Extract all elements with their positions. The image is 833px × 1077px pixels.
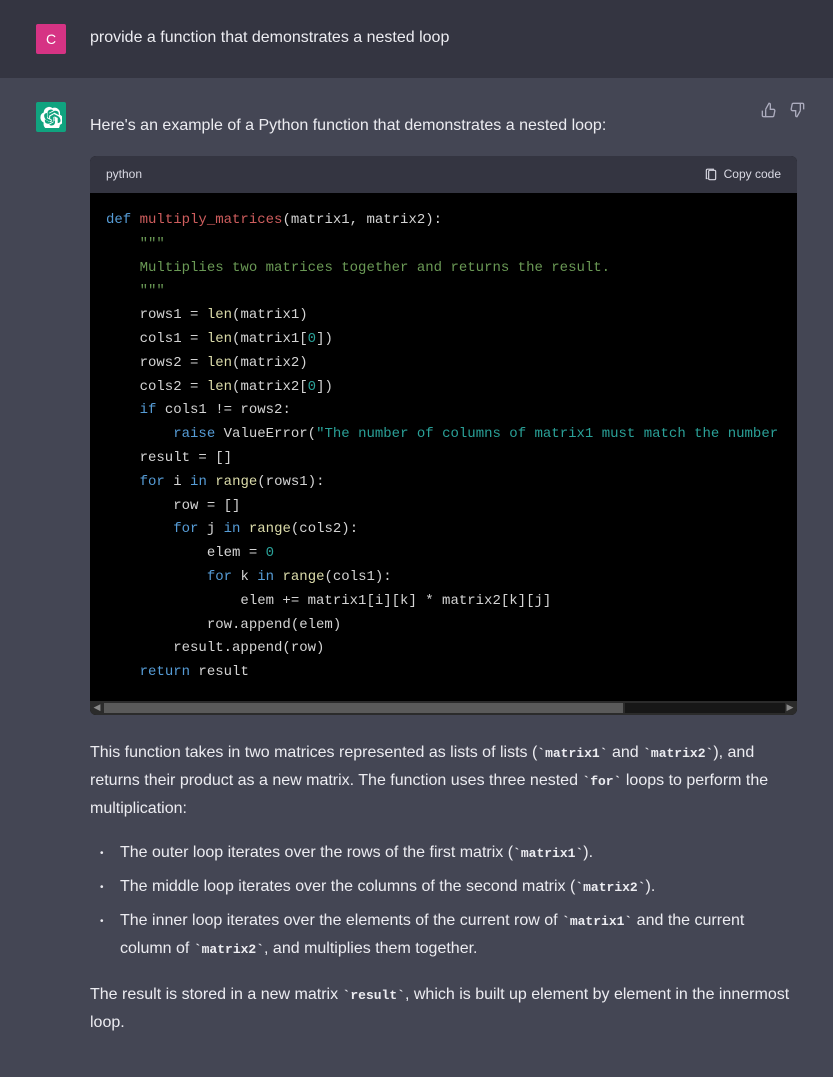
clipboard-icon bbox=[704, 168, 718, 182]
user-avatar-letter: C bbox=[46, 27, 56, 52]
explanation-para-1: This function takes in two matrices repr… bbox=[90, 739, 797, 823]
explanation-para-2: The result is stored in a new matrix `re… bbox=[90, 981, 797, 1037]
list-item: The inner loop iterates over the element… bbox=[108, 907, 797, 963]
code-body[interactable]: def multiply_matrices(matrix1, matrix2):… bbox=[90, 193, 797, 701]
list-item: The outer loop iterates over the rows of… bbox=[108, 839, 797, 867]
scrollbar-track-gap bbox=[625, 703, 785, 713]
thumbs-up-icon[interactable] bbox=[761, 102, 777, 118]
scrollbar-thumb[interactable] bbox=[104, 703, 623, 713]
user-avatar: C bbox=[36, 24, 66, 54]
horizontal-scrollbar[interactable]: ◀ ▶ bbox=[90, 701, 797, 715]
inline-code-matrix1: `matrix1` bbox=[537, 746, 607, 761]
assistant-intro: Here's an example of a Python function t… bbox=[90, 112, 797, 140]
assistant-content: Here's an example of a Python function t… bbox=[90, 102, 797, 1053]
inline-code-matrix1: `matrix1` bbox=[513, 846, 583, 861]
inline-code-matrix2: `matrix2` bbox=[643, 746, 713, 761]
feedback-buttons bbox=[761, 102, 805, 118]
explanation-list: The outer loop iterates over the rows of… bbox=[90, 839, 797, 963]
openai-logo-icon bbox=[40, 106, 62, 128]
inline-code-matrix2: `matrix2` bbox=[575, 880, 645, 895]
inline-code-matrix1: `matrix1` bbox=[562, 914, 632, 929]
inline-code-result: `result` bbox=[343, 988, 405, 1003]
code-block: python Copy code def multiply_matrices(m… bbox=[90, 156, 797, 715]
code-language-label: python bbox=[106, 164, 142, 185]
copy-code-label: Copy code bbox=[724, 164, 781, 185]
assistant-message: Here's an example of a Python function t… bbox=[0, 78, 833, 1077]
user-message: C provide a function that demonstrates a… bbox=[0, 0, 833, 78]
scrollbar-left-arrow-icon[interactable]: ◀ bbox=[92, 703, 102, 713]
thumbs-down-icon[interactable] bbox=[789, 102, 805, 118]
copy-code-button[interactable]: Copy code bbox=[704, 164, 781, 185]
list-item: The middle loop iterates over the column… bbox=[108, 873, 797, 901]
assistant-avatar bbox=[36, 102, 66, 132]
user-prompt-text: provide a function that demonstrates a n… bbox=[90, 24, 797, 54]
inline-code-matrix2: `matrix2` bbox=[194, 942, 264, 957]
code-header: python Copy code bbox=[90, 156, 797, 193]
inline-code-for: `for` bbox=[582, 774, 621, 789]
scrollbar-right-arrow-icon[interactable]: ▶ bbox=[785, 703, 795, 713]
